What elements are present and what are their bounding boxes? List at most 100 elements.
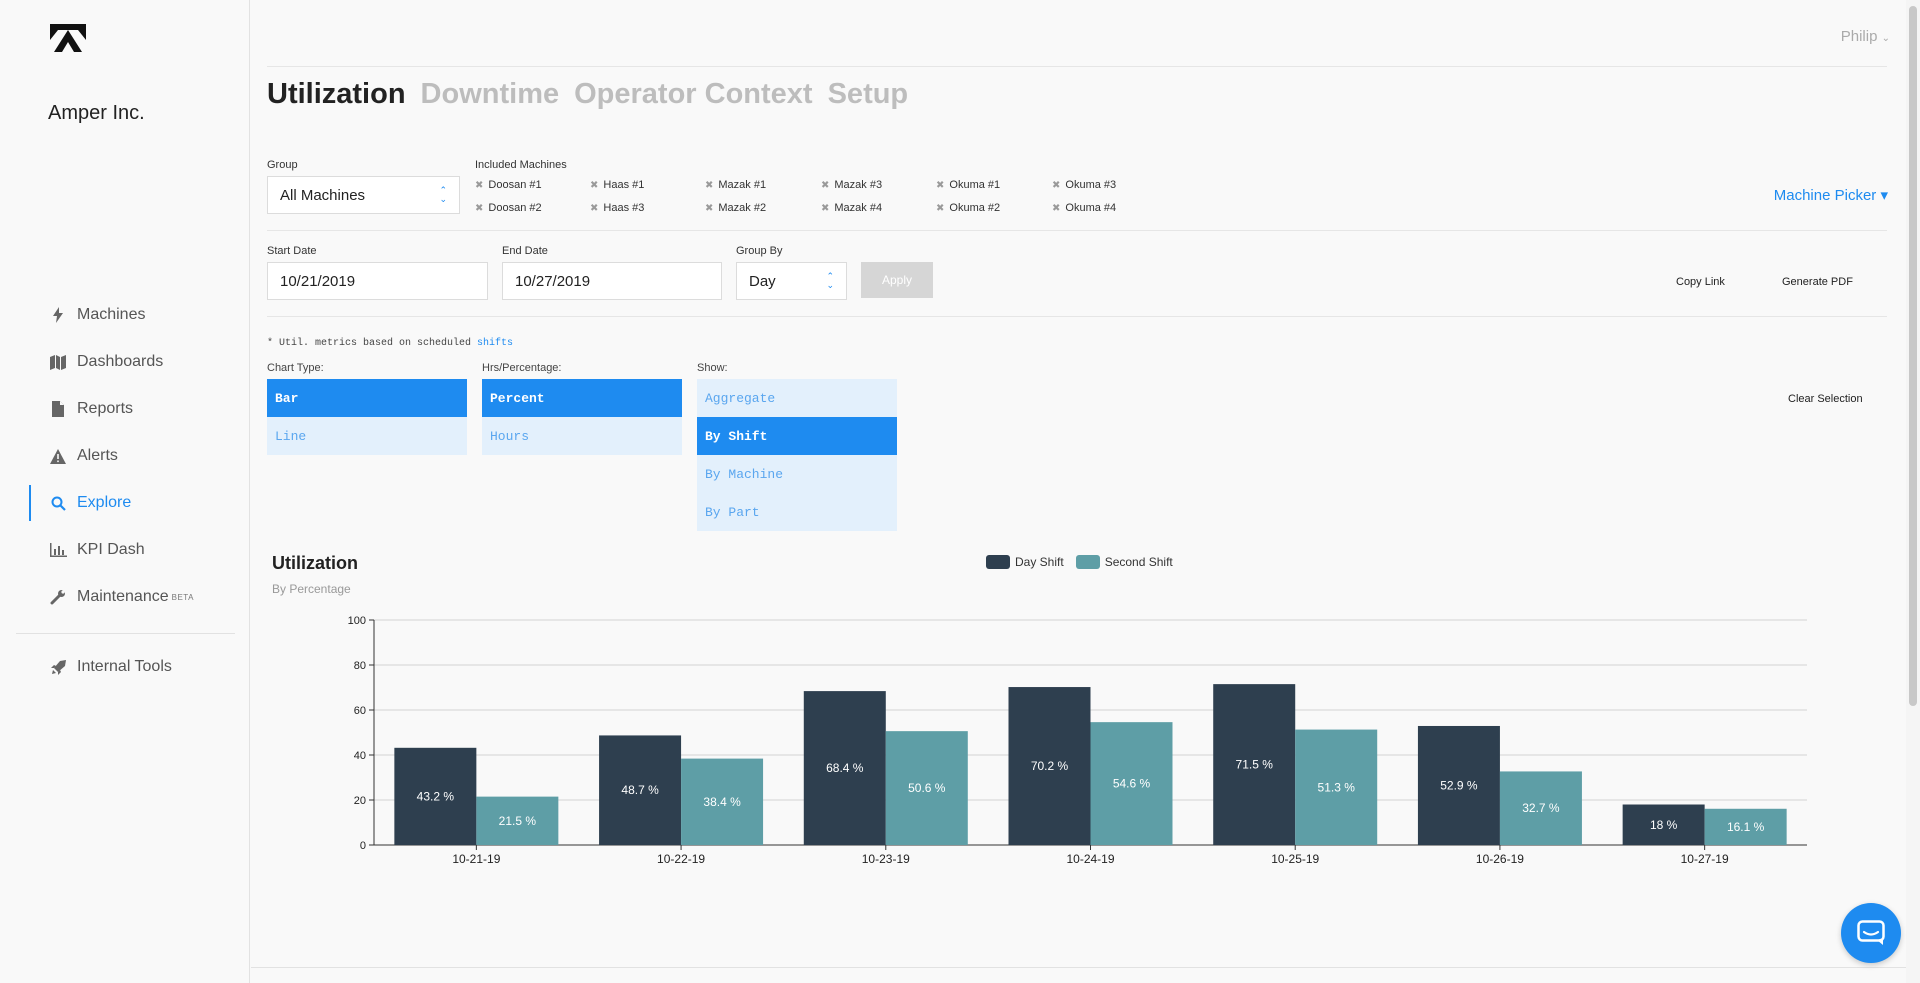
- machine-chip-okuma-2[interactable]: ✖ Okuma #2: [936, 202, 1000, 214]
- scrollbar-thumb[interactable]: [1909, 6, 1917, 706]
- warning-icon: [47, 447, 69, 465]
- nav-label: Internal Tools: [77, 658, 172, 675]
- scrollbar[interactable]: [1906, 0, 1920, 983]
- nav-label: Alerts: [77, 447, 118, 464]
- remove-icon: ✖: [936, 203, 945, 214]
- clear-selection-button[interactable]: Clear Selection: [1788, 393, 1863, 405]
- machine-chip-mazak-2[interactable]: ✖ Mazak #2: [705, 202, 766, 214]
- machine-chip-haas-3[interactable]: ✖ Haas #3: [590, 202, 644, 214]
- machine-name: Okuma #2: [949, 202, 1001, 214]
- nav-item-alerts[interactable]: Alerts: [29, 438, 229, 474]
- nav-item-machines[interactable]: Machines: [29, 297, 229, 333]
- sidebar: Amper Inc. Machines Dashboards Reports A…: [0, 0, 250, 983]
- machine-name: Doosan #1: [488, 179, 542, 191]
- machine-chip-okuma-4[interactable]: ✖ Okuma #4: [1052, 202, 1116, 214]
- nav-item-reports[interactable]: Reports: [29, 391, 229, 427]
- group-select[interactable]: All Machines ⌃ ⌄: [267, 176, 460, 214]
- main-content: Philip ⌄ Utilization Downtime Operator C…: [251, 0, 1920, 983]
- updown-arrows-icon: ⌃ ⌄: [826, 271, 834, 290]
- hrs-percentage-label: Hrs/Percentage:: [482, 362, 562, 374]
- bar-value-label: 32.7 %: [1522, 801, 1560, 815]
- tab-downtime[interactable]: Downtime: [421, 78, 560, 111]
- remove-icon: ✖: [1052, 203, 1061, 214]
- util-note: * Util. metrics based on scheduled shift…: [267, 338, 513, 349]
- bar-value-label: 16.1 %: [1727, 820, 1765, 834]
- chart-legend: Day Shift Second Shift: [986, 555, 1173, 569]
- tab-setup[interactable]: Setup: [828, 78, 909, 111]
- legend-item-day-shift[interactable]: Day Shift: [986, 555, 1064, 569]
- end-date-input[interactable]: 10/27/2019: [502, 262, 722, 300]
- nav-item-dashboards[interactable]: Dashboards: [29, 344, 229, 380]
- y-tick-label: 40: [354, 750, 366, 762]
- nav-item-internal-tools[interactable]: Internal Tools: [29, 649, 229, 685]
- chart-subtitle: By Percentage: [272, 582, 351, 596]
- machine-name: Okuma #1: [949, 179, 1001, 191]
- nav-item-maintenance[interactable]: Maintenance BETA: [29, 579, 229, 615]
- show-by-machine-option[interactable]: By Machine: [697, 455, 897, 493]
- chevron-down-icon: ⌄: [1881, 33, 1890, 44]
- chevron-down-icon: ▾: [1880, 187, 1888, 204]
- machine-chip-doosan-2[interactable]: ✖ Doosan #2: [475, 202, 542, 214]
- nav-label: Machines: [77, 306, 146, 323]
- amper-logo-icon[interactable]: [48, 22, 88, 54]
- shifts-link[interactable]: shifts: [477, 338, 513, 349]
- map-icon: [47, 353, 69, 371]
- wrench-icon: [47, 588, 69, 606]
- x-tick-label: 10-26-19: [1476, 852, 1524, 866]
- bar-value-label: 48.7 %: [621, 783, 659, 797]
- bar-value-label: 52.9 %: [1440, 778, 1478, 792]
- tab-utilization[interactable]: Utilization: [267, 78, 406, 111]
- group-by-label: Group By: [736, 245, 783, 257]
- document-icon: [47, 400, 69, 418]
- divider: [267, 230, 1887, 231]
- hrs-percent-option[interactable]: Percent: [482, 379, 682, 417]
- show-aggregate-option[interactable]: Aggregate: [697, 379, 897, 417]
- apply-button[interactable]: Apply: [861, 262, 933, 298]
- bar-value-label: 68.4 %: [826, 761, 864, 775]
- start-date-input[interactable]: 10/21/2019: [267, 262, 488, 300]
- bar-value-label: 50.6 %: [908, 781, 946, 795]
- chart-type-line[interactable]: Line: [267, 417, 467, 455]
- start-date-value: 10/21/2019: [280, 272, 356, 290]
- machine-chip-mazak-3[interactable]: ✖ Mazak #3: [821, 179, 882, 191]
- legend-item-second-shift[interactable]: Second Shift: [1075, 555, 1173, 569]
- machine-name: Doosan #2: [488, 202, 542, 214]
- bar-value-label: 51.3 %: [1318, 780, 1356, 794]
- nav-item-kpi-dash[interactable]: KPI Dash: [29, 532, 229, 568]
- hrs-hours-option[interactable]: Hours: [482, 417, 682, 455]
- show-by-part-option[interactable]: By Part: [697, 493, 897, 531]
- chart-type-label: Chart Type:: [267, 362, 324, 374]
- user-name: Philip: [1840, 28, 1878, 45]
- chat-button[interactable]: [1841, 903, 1901, 963]
- group-by-select[interactable]: Day ⌃ ⌄: [736, 262, 847, 300]
- y-tick-label: 20: [354, 795, 366, 807]
- nav-label: KPI Dash: [77, 541, 145, 558]
- tab-operator-context[interactable]: Operator Context: [574, 78, 812, 111]
- legend-label: Day Shift: [1015, 555, 1064, 569]
- bar-value-label: 54.6 %: [1113, 777, 1151, 791]
- remove-icon: ✖: [590, 180, 599, 191]
- machine-picker-button[interactable]: Machine Picker ▾: [1774, 186, 1888, 204]
- x-tick-label: 10-24-19: [1066, 852, 1114, 866]
- machine-chip-haas-1[interactable]: ✖ Haas #1: [590, 179, 644, 191]
- machine-chip-okuma-1[interactable]: ✖ Okuma #1: [936, 179, 1000, 191]
- machine-chip-mazak-4[interactable]: ✖ Mazak #4: [821, 202, 882, 214]
- y-tick-label: 100: [348, 615, 366, 627]
- chart-type-bar[interactable]: Bar: [267, 379, 467, 417]
- x-tick-label: 10-27-19: [1681, 852, 1729, 866]
- user-menu[interactable]: Philip ⌄: [1841, 28, 1890, 45]
- updown-arrows-icon: ⌃ ⌄: [439, 185, 447, 204]
- bar-value-label: 70.2 %: [1031, 759, 1069, 773]
- generate-pdf-button[interactable]: Generate PDF: [1782, 276, 1853, 288]
- machine-chip-mazak-1[interactable]: ✖ Mazak #1: [705, 179, 766, 191]
- machine-chip-doosan-1[interactable]: ✖ Doosan #1: [475, 179, 542, 191]
- y-tick-label: 0: [360, 840, 366, 852]
- machine-chip-okuma-3[interactable]: ✖ Okuma #3: [1052, 179, 1116, 191]
- nav-item-explore[interactable]: Explore: [29, 485, 229, 521]
- show-by-shift-option[interactable]: By Shift: [697, 417, 897, 455]
- remove-icon: ✖: [590, 203, 599, 214]
- remove-icon: ✖: [705, 203, 714, 214]
- chart-title: Utilization: [272, 553, 358, 573]
- beta-badge: BETA: [171, 592, 194, 602]
- copy-link-button[interactable]: Copy Link: [1676, 276, 1725, 288]
